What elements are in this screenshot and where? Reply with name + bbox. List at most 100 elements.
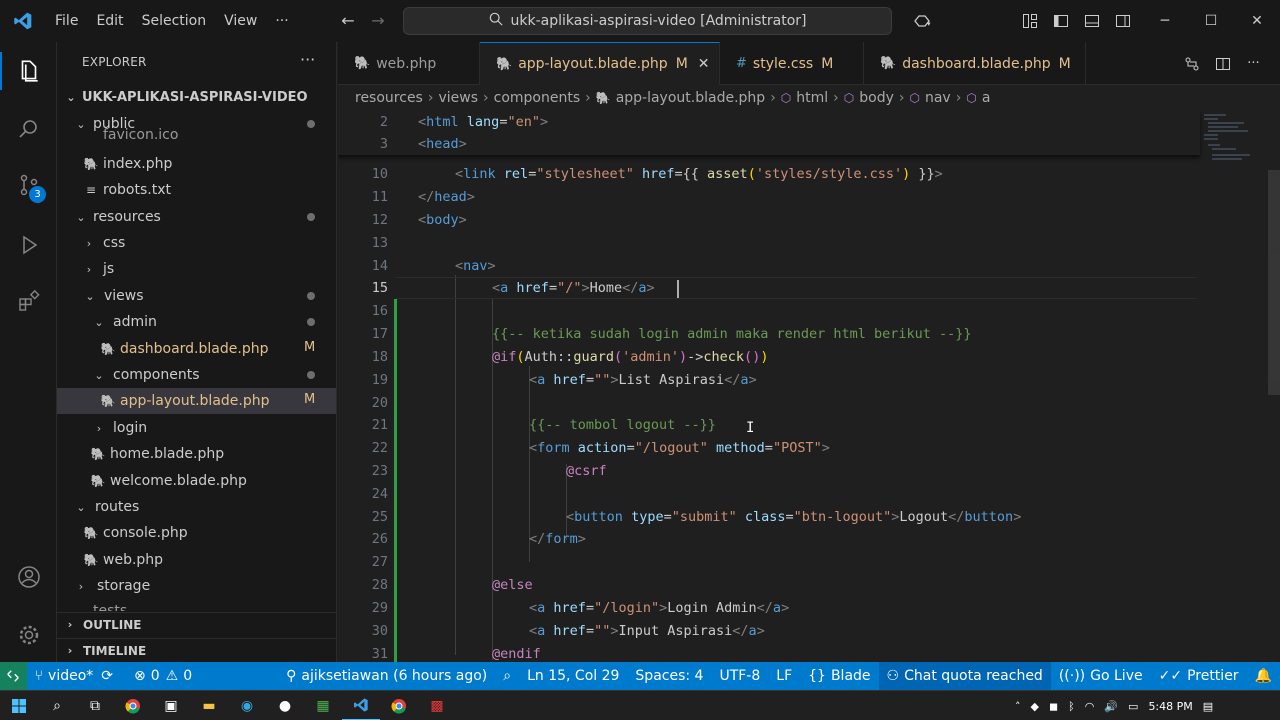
folder-login[interactable]: › login [57, 415, 336, 441]
terminal-icon[interactable]: ▣ [152, 691, 190, 720]
folder-components[interactable]: ⌄ components [57, 362, 336, 388]
folder-js[interactable]: › js [57, 256, 336, 282]
outline-section[interactable]: › OUTLINE [57, 612, 336, 636]
folder-tests[interactable]: tests [57, 599, 336, 611]
close-window-icon[interactable]: ✕ [1234, 0, 1280, 42]
file-favicon[interactable]: favicon.ico [57, 127, 336, 143]
toggle-secondary-sidebar-icon[interactable] [1107, 0, 1138, 42]
forward-arrow-icon[interactable]: → [362, 11, 394, 30]
file-index-php[interactable]: 🐘 index.php [57, 151, 336, 177]
wifi-icon[interactable]: ◠ [1085, 700, 1095, 713]
layout-customize-icon[interactable] [1014, 0, 1045, 42]
file-console-php[interactable]: 🐘 console.php [57, 520, 336, 546]
github-icon[interactable]: ● [266, 691, 304, 720]
toggle-panel-icon[interactable] [1076, 0, 1107, 42]
go-live-button[interactable]: ((·)) Go Live [1051, 662, 1151, 690]
indentation[interactable]: Spaces: 4 [627, 662, 711, 690]
source-control-icon[interactable]: 3 [0, 160, 57, 210]
menu-edit[interactable]: Edit [87, 0, 132, 42]
copilot-status[interactable]: ⚇ Chat quota reached [878, 662, 1051, 690]
chrome-icon[interactable] [114, 691, 152, 720]
minimap[interactable] [1200, 110, 1270, 662]
git-blame[interactable]: ⚲ ajiksetiawan (6 hours ago) [278, 662, 495, 690]
tab-web-php[interactable]: 🐘 web.php [338, 42, 480, 85]
tab-app-layout-blade[interactable]: 🐘 app-layout.blade.php M ✕ [480, 42, 720, 85]
command-center-search[interactable]: ukk-aplikasi-aspirasi-video [Administrat… [403, 7, 892, 35]
settings-gear-icon[interactable] [0, 610, 57, 660]
file-robots-txt[interactable]: ≡ robots.txt [57, 177, 336, 203]
task-view-icon[interactable]: ⧉ [76, 691, 114, 720]
folder-routes[interactable]: ⌄ routes [57, 494, 336, 520]
split-editor-icon[interactable] [1207, 43, 1238, 85]
run-debug-icon[interactable] [0, 220, 57, 270]
edge-icon[interactable]: ◉ [228, 691, 266, 720]
menu-view[interactable]: View [215, 0, 266, 42]
breadcrumb-nav[interactable]: nav [925, 90, 951, 106]
chrome-icon-2[interactable] [380, 691, 418, 720]
language-mode[interactable]: {} Blade [800, 662, 878, 690]
clock[interactable]: 5:48 PM [1148, 700, 1192, 713]
workspace-root[interactable]: ⌄ UKK-APLIKASI-ASPIRASI-VIDEO [57, 84, 336, 110]
cursor-position[interactable]: Ln 15, Col 29 [519, 662, 627, 690]
breadcrumb-a[interactable]: a [982, 90, 991, 106]
folder-admin[interactable]: ⌄ admin [57, 309, 336, 335]
menu-file[interactable]: File [46, 0, 87, 42]
code-editor[interactable]: 2 <html lang="en"> 3 <head> 10 <link rel… [338, 110, 1280, 662]
maximize-icon[interactable]: ☐ [1188, 0, 1234, 42]
zoom-indicator[interactable]: ⌕ [495, 662, 519, 690]
tab-dashboard-blade[interactable]: 🐘 dashboard.blade.php M [864, 42, 1086, 85]
more-actions-icon[interactable]: ··· [1238, 43, 1269, 85]
encoding[interactable]: UTF-8 [711, 662, 768, 690]
folder-storage[interactable]: › storage [57, 573, 336, 599]
tray-app-icon[interactable]: ◆ [1031, 700, 1039, 713]
folder-resources[interactable]: ⌄ resources [57, 204, 336, 230]
remote-indicator-icon[interactable] [0, 662, 27, 690]
menu-more[interactable]: ··· [266, 0, 297, 42]
breadcrumb-views[interactable]: views [438, 90, 478, 106]
end-of-line[interactable]: LF [768, 662, 800, 690]
tab-style-css[interactable]: # style.css M [720, 42, 864, 85]
file-dashboard-blade[interactable]: 🐘 dashboard.blade.php M [57, 336, 336, 362]
extensions-icon[interactable] [0, 276, 57, 326]
explorer-more-button[interactable]: ··· [300, 50, 315, 69]
problems-indicator[interactable]: ⊗ 0 ⚠ 0 [126, 662, 200, 690]
app-green-icon[interactable]: ▦ [304, 691, 342, 720]
search-view-icon[interactable] [0, 104, 57, 154]
prettier-status[interactable]: ✓✓ Prettier [1151, 662, 1247, 690]
tray-app-icon[interactable]: ◼ [1049, 700, 1058, 713]
vertical-scrollbar[interactable] [1268, 170, 1280, 395]
file-app-layout-blade[interactable]: 🐘 app-layout.blade.php M [57, 388, 336, 414]
explorer-icon[interactable] [0, 46, 57, 96]
notification-center-icon[interactable]: ▤ [1203, 700, 1213, 713]
copilot-icon[interactable]: ▾ [900, 0, 944, 42]
folder-views[interactable]: ⌄ views [57, 283, 336, 309]
file-home-blade[interactable]: 🐘 home.blade.php [57, 441, 336, 467]
windows-start-icon[interactable] [0, 691, 38, 720]
app-red-icon[interactable]: ▩ [418, 691, 456, 720]
file-welcome-blade[interactable]: 🐘 welcome.blade.php [57, 468, 336, 494]
file-web-php[interactable]: 🐘 web.php [57, 547, 336, 573]
breadcrumb-components[interactable]: components [494, 90, 581, 106]
bluetooth-icon[interactable]: ᛒ [1068, 700, 1075, 713]
tray-chevron-icon[interactable]: ˄ [1015, 700, 1021, 713]
breadcrumb-html[interactable]: html [796, 90, 828, 106]
minimize-icon[interactable]: ─ [1142, 0, 1188, 42]
close-tab-icon[interactable]: ✕ [698, 56, 710, 72]
accounts-icon[interactable] [0, 552, 57, 602]
breadcrumb-body[interactable]: body [859, 90, 894, 106]
timeline-section[interactable]: › TIMELINE [57, 638, 336, 662]
vscode-taskbar-icon[interactable] [342, 691, 380, 720]
battery-icon[interactable]: ▭ [1128, 700, 1138, 713]
file-explorer-icon[interactable]: ▬ [190, 691, 228, 720]
folder-css[interactable]: › css [57, 230, 336, 256]
taskbar-search-icon[interactable]: ⌕ [38, 691, 76, 720]
menu-selection[interactable]: Selection [133, 0, 216, 42]
back-arrow-icon[interactable]: ← [332, 11, 364, 30]
breadcrumb-file[interactable]: app-layout.blade.php [616, 90, 766, 106]
git-branch[interactable]: ⑂ video* ⟳ [27, 662, 126, 690]
notifications-bell-icon[interactable]: 🔔 [1247, 662, 1280, 690]
volume-icon[interactable]: 🔊 [1104, 700, 1118, 713]
breadcrumb-resources[interactable]: resources [355, 90, 423, 106]
compare-changes-icon[interactable] [1176, 43, 1207, 85]
toggle-sidebar-icon[interactable] [1045, 0, 1076, 42]
